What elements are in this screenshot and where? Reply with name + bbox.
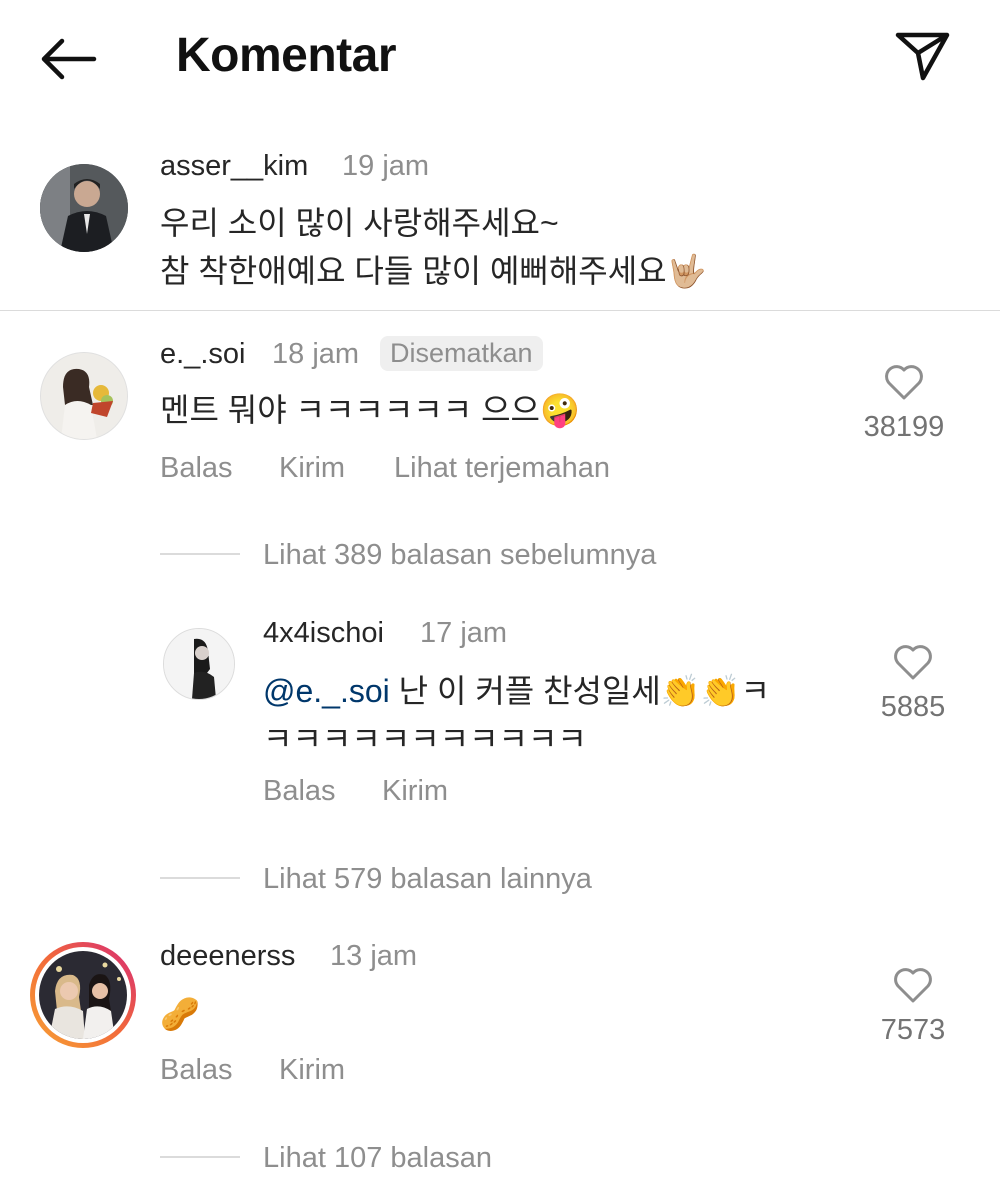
reply-username[interactable]: 4x4ischoi bbox=[263, 617, 384, 650]
avatar bbox=[39, 951, 127, 1039]
like-count: 38199 bbox=[863, 411, 945, 443]
caption-username[interactable]: asser__kim bbox=[160, 150, 308, 183]
like-button[interactable] bbox=[892, 642, 934, 682]
replies-line bbox=[160, 553, 240, 555]
profile-photo-icon bbox=[41, 353, 127, 439]
paper-plane-icon bbox=[895, 32, 950, 81]
reply-button[interactable]: Balas bbox=[160, 452, 233, 485]
reply-timestamp: 17 jam bbox=[420, 617, 508, 649]
comment-timestamp: 18 jam bbox=[272, 338, 360, 370]
avatar[interactable] bbox=[40, 352, 128, 440]
avatar[interactable] bbox=[163, 628, 235, 700]
caption-divider bbox=[0, 310, 1000, 311]
like-count: 7573 bbox=[880, 1014, 946, 1046]
heart-icon bbox=[894, 968, 932, 1003]
arrow-left-icon bbox=[41, 38, 97, 80]
reply-text-line-1: @e._.soi 난 이 커플 찬성일세👏👏ㅋ bbox=[263, 667, 770, 715]
caption-timestamp: 19 jam bbox=[342, 150, 430, 182]
view-replies[interactable]: Lihat 107 balasan bbox=[263, 1142, 492, 1175]
mention-link[interactable]: @e._.soi bbox=[263, 673, 390, 709]
replies-line bbox=[160, 877, 240, 879]
avatar-story-ring[interactable] bbox=[30, 942, 136, 1048]
reply-button[interactable]: Balas bbox=[160, 1054, 233, 1087]
replies-line bbox=[160, 1156, 240, 1158]
profile-photo-icon bbox=[39, 951, 127, 1039]
caption-text-line-2: 참 착한애예요 다들 많이 예뻐해주세요🤟🏼 bbox=[160, 253, 707, 289]
profile-photo-icon bbox=[164, 629, 234, 699]
heart-icon bbox=[885, 365, 923, 400]
back-button[interactable] bbox=[38, 34, 98, 84]
send-button[interactable]: Kirim bbox=[382, 775, 448, 808]
reply-button[interactable]: Balas bbox=[263, 775, 336, 808]
send-button[interactable]: Kirim bbox=[279, 452, 345, 485]
page-title: Komentar bbox=[176, 29, 397, 82]
pinned-badge: Disematkan bbox=[380, 336, 543, 371]
avatar[interactable] bbox=[40, 164, 128, 252]
reply-text-line-2: ㅋㅋㅋㅋㅋㅋㅋㅋㅋㅋㅋ bbox=[263, 721, 587, 757]
like-count: 5885 bbox=[880, 691, 946, 723]
send-button[interactable]: Kirim bbox=[279, 1054, 345, 1087]
like-button[interactable] bbox=[892, 965, 934, 1005]
comment-timestamp: 13 jam bbox=[330, 940, 418, 972]
view-previous-replies[interactable]: Lihat 389 balasan sebelumnya bbox=[263, 539, 656, 572]
view-more-replies[interactable]: Lihat 579 balasan lainnya bbox=[263, 863, 592, 896]
comment-text: 🥜 bbox=[160, 996, 200, 1032]
profile-photo-icon bbox=[40, 164, 128, 252]
heart-icon bbox=[894, 645, 932, 680]
share-button[interactable] bbox=[893, 28, 953, 84]
caption-text-line-1: 우리 소이 많이 사랑해주세요~ bbox=[160, 205, 559, 241]
reply-text: 난 이 커플 찬성일세👏👏ㅋ bbox=[389, 673, 770, 709]
comment-username[interactable]: e._.soi bbox=[160, 338, 245, 371]
comment-username[interactable]: deeenerss bbox=[160, 940, 295, 973]
like-button[interactable] bbox=[883, 362, 925, 402]
see-translation-button[interactable]: Lihat terjemahan bbox=[394, 452, 610, 485]
comment-text: 멘트 뭐야 ㅋㅋㅋㅋㅋㅋ 으으🤪 bbox=[160, 392, 580, 428]
